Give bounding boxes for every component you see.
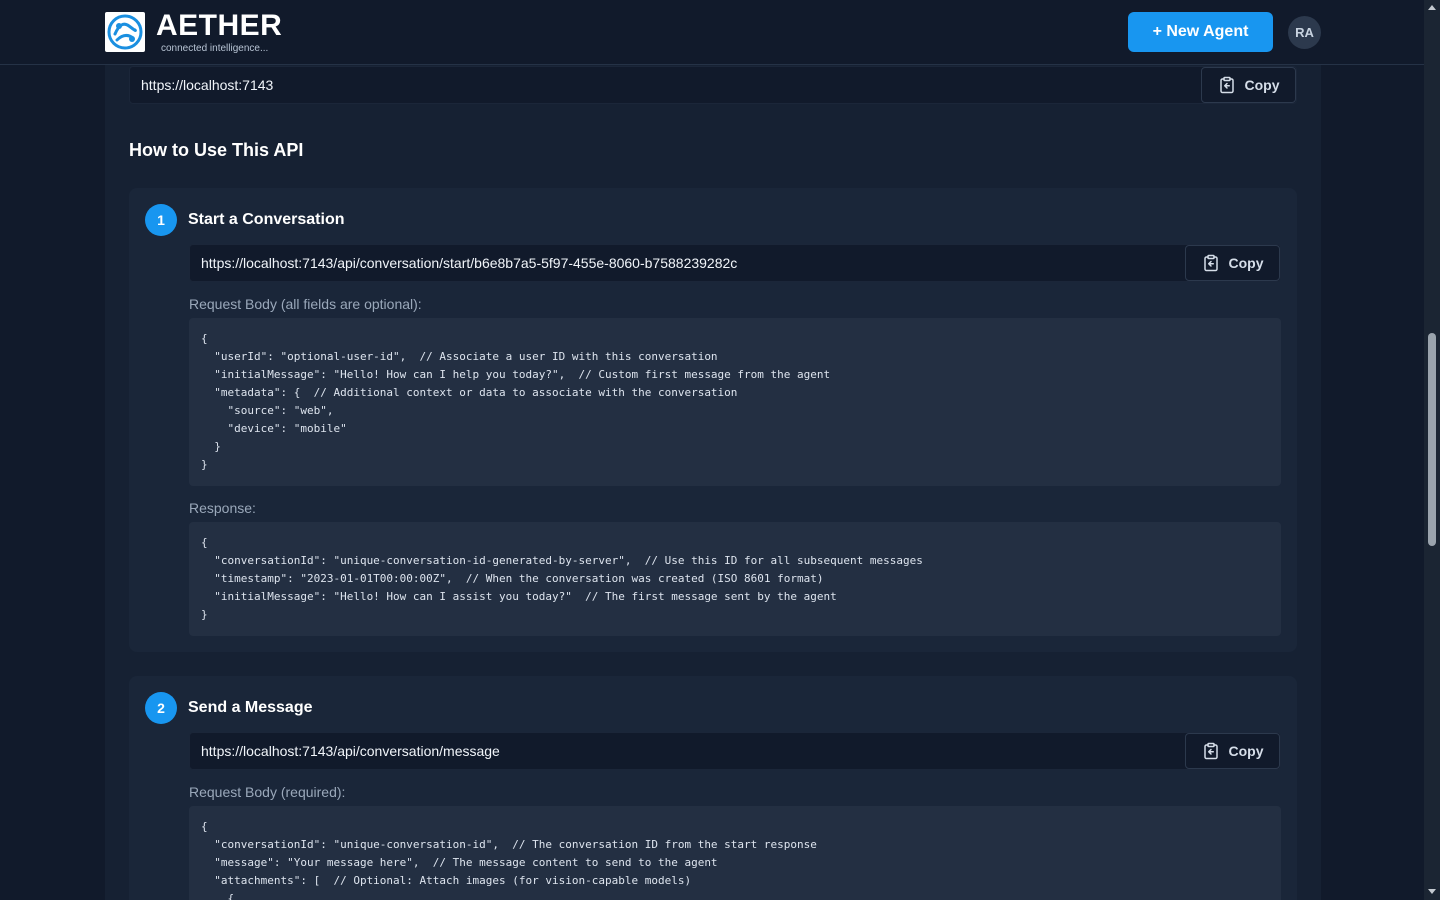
- copy-label: Copy: [1228, 255, 1264, 271]
- clipboard-icon: [1219, 76, 1234, 94]
- user-avatar[interactable]: RA: [1288, 16, 1321, 49]
- clipboard-icon: [1203, 254, 1218, 272]
- clipboard-icon: [1203, 742, 1218, 760]
- start-conversation-url-bar: https://localhost:7143/api/conversation/…: [189, 244, 1281, 282]
- aether-logo-icon[interactable]: [105, 12, 145, 52]
- response-label: Response:: [189, 500, 256, 516]
- scroll-down-arrow-icon[interactable]: [1428, 889, 1436, 894]
- response-body-text: { "conversationId": "unique-conversation…: [201, 536, 923, 621]
- api-docs-panel: https://localhost:7143 Copy How to Use T…: [105, 65, 1321, 900]
- request-body-label: Request Body (required):: [189, 784, 346, 800]
- step-number-badge: 1: [145, 204, 177, 236]
- response-body-code: { "conversationId": "unique-conversation…: [189, 522, 1281, 636]
- step-title: Send a Message: [188, 699, 313, 716]
- send-message-url-bar: https://localhost:7143/api/conversation/…: [189, 732, 1281, 770]
- start-conversation-url: https://localhost:7143/api/conversation/…: [201, 255, 738, 271]
- scroll-thumb[interactable]: [1428, 333, 1436, 546]
- step-card-send-message: 2 Send a Message https://localhost:7143/…: [129, 676, 1297, 900]
- brand-name: AETHER: [156, 9, 283, 42]
- copy-label: Copy: [1244, 77, 1280, 93]
- request-body-code: { "userId": "optional-user-id", // Assoc…: [189, 318, 1281, 486]
- request-body-text: { "conversationId": "unique-conversation…: [201, 820, 817, 900]
- request-body-label: Request Body (all fields are optional):: [189, 296, 422, 312]
- section-title: How to Use This API: [129, 140, 304, 160]
- new-agent-button[interactable]: + New Agent: [1128, 12, 1273, 52]
- request-body-code: { "conversationId": "unique-conversation…: [189, 806, 1281, 900]
- brand-tagline: connected intelligence...: [161, 43, 269, 54]
- base-url-text: https://localhost:7143: [141, 77, 274, 93]
- send-message-url: https://localhost:7143/api/conversation/…: [201, 743, 500, 759]
- scroll-up-arrow-icon[interactable]: [1428, 5, 1436, 10]
- base-url-copy-button[interactable]: Copy: [1201, 67, 1296, 103]
- step-number-badge: 2: [145, 692, 177, 724]
- top-header: AETHER connected intelligence... + New A…: [0, 0, 1424, 65]
- step-title: Start a Conversation: [188, 211, 345, 228]
- copy-label: Copy: [1228, 743, 1264, 759]
- request-body-text: { "userId": "optional-user-id", // Assoc…: [201, 332, 831, 471]
- base-url-bar: https://localhost:7143 Copy: [129, 66, 1297, 104]
- vertical-scrollbar[interactable]: [1424, 0, 1440, 900]
- send-message-copy-button[interactable]: Copy: [1185, 733, 1280, 769]
- start-conversation-copy-button[interactable]: Copy: [1185, 245, 1280, 281]
- step-card-start-conversation: 1 Start a Conversation https://localhost…: [129, 188, 1297, 652]
